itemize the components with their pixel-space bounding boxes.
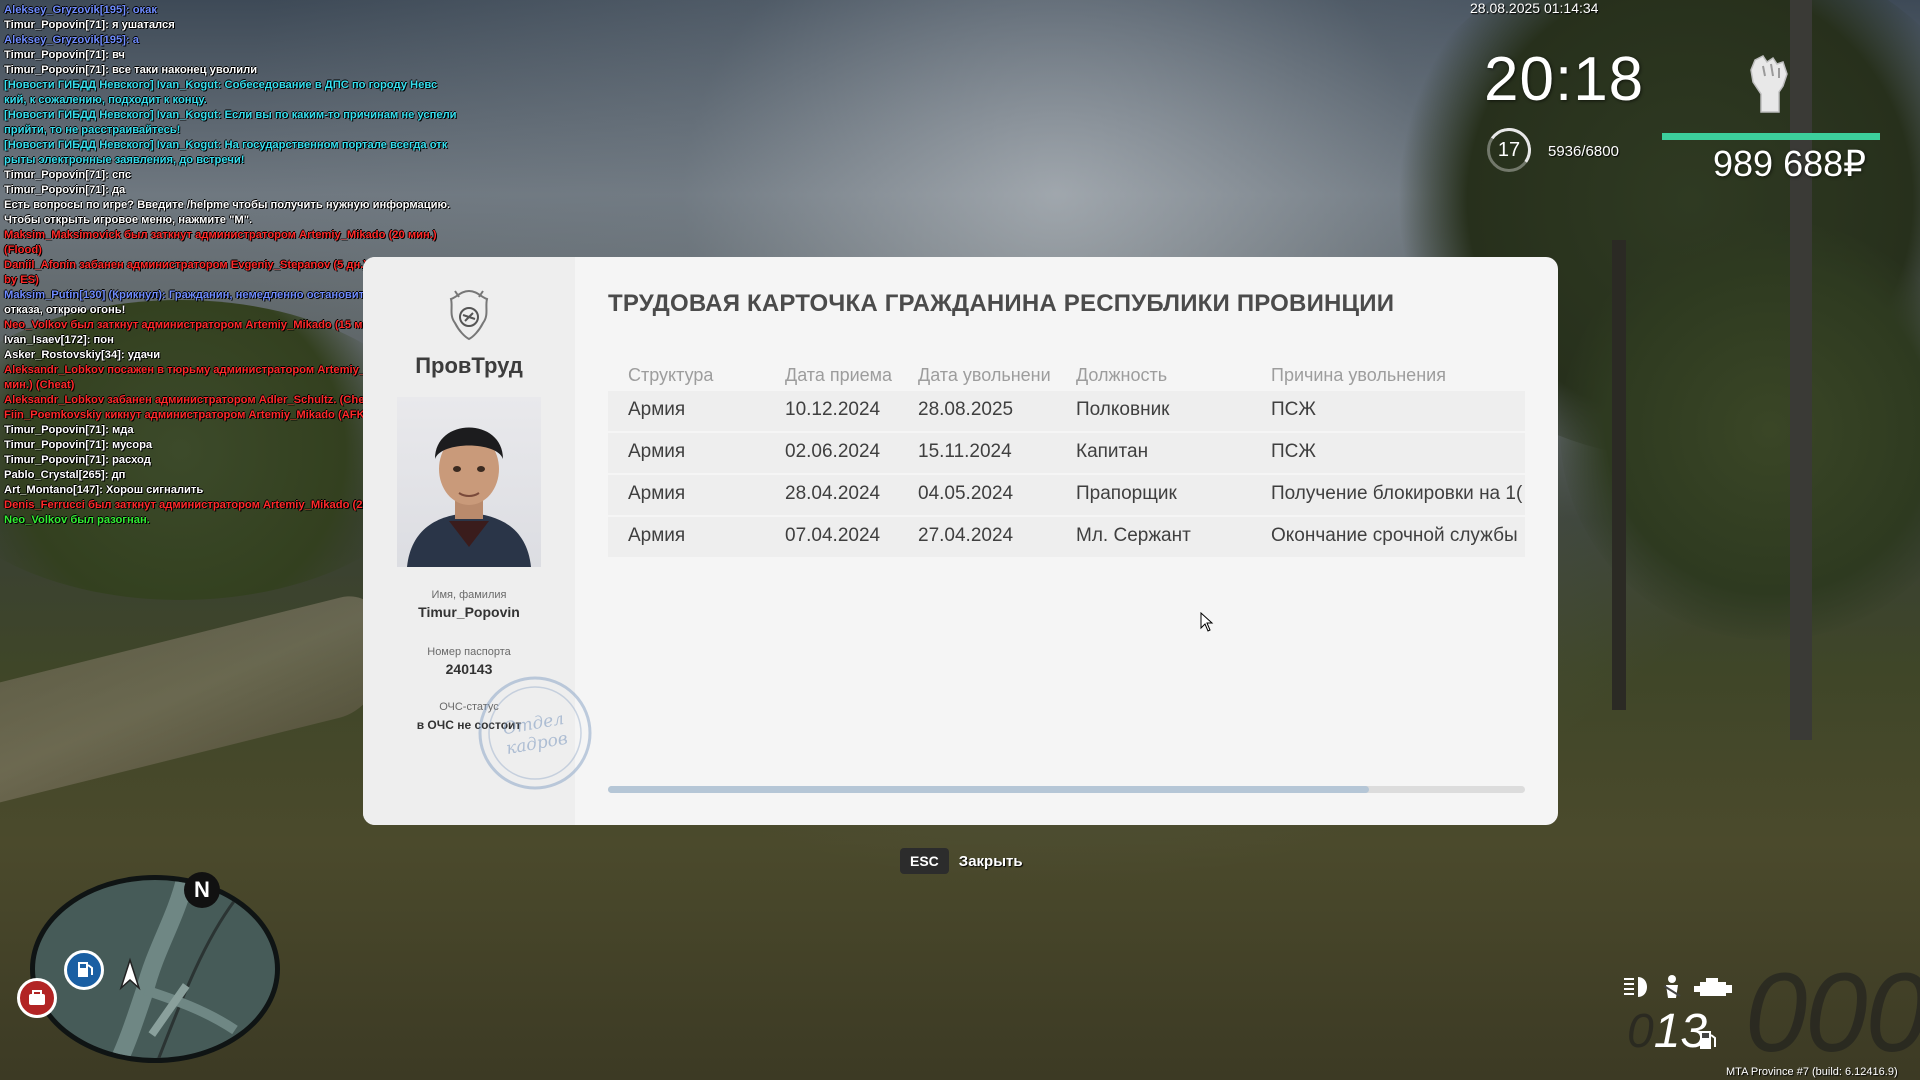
employment-table[interactable]: Структура Дата приема Дата увольнени Дол… [608, 357, 1525, 697]
table-row[interactable]: Армия 07.04.2024 27.04.2024 Мл. Сержант … [608, 517, 1525, 557]
coat-of-arms-icon [449, 289, 489, 341]
citizen-portrait [407, 427, 531, 567]
experience-counter: 5936/6800 [1548, 143, 1619, 160]
column-hire-date: Дата приема [785, 365, 893, 385]
fist-icon [1750, 55, 1788, 113]
chat-line: Maksim_Maksimovick был заткнут администр… [4, 229, 437, 241]
column-dismissal-reason: Причина увольнения [1271, 365, 1446, 385]
fuel-icon [1700, 1031, 1716, 1049]
chat-line: рыты электронные заявления, до встречи! [4, 154, 245, 166]
chat-line: кий, к сожалению, подходит к концу. [4, 94, 207, 106]
cell-reason: ПСЖ [1271, 441, 1316, 462]
cell-dismissal-date: 15.11.2024 [918, 441, 1012, 462]
chat-line: прийти, то не расстраивайтесь! [4, 124, 181, 136]
money-balance: 989 688₽ [1713, 143, 1867, 184]
chat-line: Timur_Popovin[71]: я ушатался [4, 19, 175, 31]
cell-structure: Армия [628, 525, 686, 546]
chat-line: [Новости ГИБДД Невского] Ivan_Kogut: На … [4, 139, 448, 151]
chat-line: Aleksey_Gryzovik[195]: окак [4, 4, 157, 16]
gear-dim-digit: 0 [1627, 1005, 1654, 1058]
chat-line: Timur_Popovin[71]: вч [4, 49, 125, 61]
modal-title: ТРУДОВАЯ КАРТОЧКА ГРАЖДАНИНА РЕСПУБЛИКИ … [608, 290, 1395, 317]
chat-line: [Новости ГИБДД Невского] Ivan_Kogut: Соб… [4, 79, 438, 91]
headlight-icon [1624, 977, 1647, 997]
compass-north: N [184, 872, 220, 908]
work-record-modal: ПровТруд Имя, фамилия Timur_Popovin Номе… [363, 257, 1558, 825]
chat-line: Timur_Popovin[71]: все таки наконец увол… [4, 64, 258, 76]
scrollbar-thumb[interactable] [608, 786, 1370, 793]
chat-line: Чтобы открыть игровое меню, нажмите "M". [4, 214, 253, 226]
table-header: Структура Дата приема Дата увольнени Дол… [608, 357, 1525, 391]
cell-structure: Армия [628, 399, 686, 420]
gas-station-icon [64, 950, 104, 990]
tree-trunk [1612, 240, 1626, 710]
cell-hire-date: 02.06.2024 [785, 441, 881, 462]
game-scene: Aleksey_Gryzovik[195]: окак Timur_Popovin… [0, 0, 1920, 1080]
column-dismissal-date: Дата увольнени [918, 365, 1051, 385]
health-bar [1662, 133, 1880, 140]
citizen-photo [397, 397, 541, 567]
horizontal-scrollbar[interactable] [608, 786, 1525, 793]
cell-dismissal-date: 04.05.2024 [918, 483, 1014, 504]
level-number: 17 [1497, 139, 1521, 161]
vehicle-indicators [1624, 975, 1732, 998]
column-structure: Структура [628, 365, 714, 385]
cell-hire-date: 07.04.2024 [785, 525, 881, 546]
chat-line: (Flood) [4, 244, 42, 256]
table-row[interactable]: Армия 28.04.2024 04.05.2024 Прапорщик По… [608, 475, 1525, 515]
server-datetime: 28.08.2025 01:14:34 [1470, 0, 1599, 16]
esc-key[interactable]: ESC [900, 848, 949, 874]
gear-indicator: 013 [1627, 1004, 1707, 1059]
job-icon [17, 978, 57, 1018]
chat-line: [Новости ГИБДД Невского] Ivan_Kogut: Есл… [4, 109, 457, 121]
cell-structure: Армия [628, 483, 686, 504]
speedometer: 000 [1745, 950, 1920, 1075]
hr-stamp: Отдел кадров [478, 676, 592, 790]
cell-hire-date: 10.12.2024 [785, 399, 881, 420]
name-value: Timur_Popovin [418, 604, 520, 620]
cell-reason: ПСЖ [1271, 399, 1316, 420]
cell-reason: Окончание срочной службы [1271, 525, 1518, 546]
cell-hire-date: 28.04.2024 [785, 483, 881, 504]
chat-line: Timur_Popovin[71]: спс [4, 169, 132, 181]
mouse-cursor-icon [1200, 612, 1214, 632]
table-row[interactable]: Армия 10.12.2024 28.08.2025 Полковник ПС… [608, 391, 1525, 431]
cell-position: Полковник [1076, 399, 1170, 420]
game-clock: 20:18 [1484, 45, 1645, 114]
close-hint[interactable]: ESC Закрыть [900, 848, 1023, 874]
level-ring: 17 [1483, 124, 1535, 176]
chat-line: Aleksey_Gryzovik[195]: а [4, 34, 139, 46]
cell-position: Мл. Сержант [1076, 525, 1191, 546]
power-pole [1790, 0, 1812, 740]
dirt-road [0, 587, 380, 813]
column-position: Должность [1076, 365, 1168, 385]
cell-structure: Армия [628, 441, 686, 462]
name-label: Имя, фамилия [431, 589, 507, 601]
cell-dismissal-date: 27.04.2024 [918, 525, 1014, 546]
cell-dismissal-date: 28.08.2025 [918, 399, 1014, 420]
chat-line: Есть вопросы по игре? Введите /helpme чт… [4, 199, 451, 211]
passport-label: Номер паспорта [427, 646, 511, 658]
engine-icon [1694, 978, 1732, 996]
chat-line: Timur_Popovin[71]: да [4, 184, 126, 196]
seatbelt-icon [1663, 975, 1681, 998]
cell-position: Прапорщик [1076, 483, 1177, 504]
cell-reason: Получение блокировки на 1( [1271, 483, 1523, 504]
table-row[interactable]: Армия 02.06.2024 15.11.2024 Капитан ПСЖ [608, 433, 1525, 473]
cell-position: Капитан [1076, 441, 1149, 462]
build-info: MTA Province #7 (build: 6.12416.9) [1726, 1066, 1898, 1078]
organization-name: ПровТруд [415, 353, 523, 378]
close-button[interactable]: Закрыть [959, 853, 1023, 870]
